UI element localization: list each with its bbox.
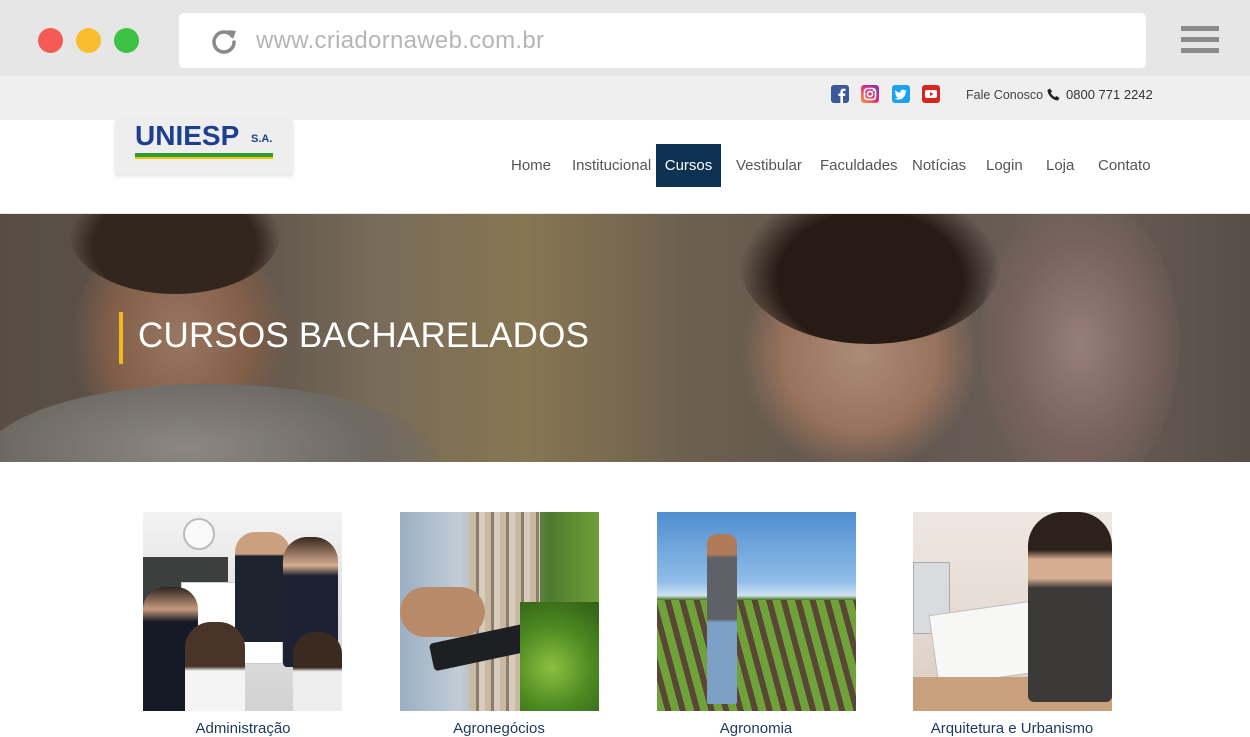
hamburger-menu-icon[interactable] [1181,26,1219,56]
twitter-icon[interactable] [892,85,910,103]
course-card[interactable] [143,512,342,711]
plants-shape [520,602,599,711]
site-header: UNIESP S.A. Home Institucional Cursos Ve… [0,120,1250,214]
crop-rows-shape [657,600,856,711]
url-text[interactable]: www.criadornaweb.com.br [256,13,544,68]
nav-contato[interactable]: Contato [1098,144,1151,187]
phone-number[interactable]: 0800 771 2242 [1066,76,1153,114]
logo-suffix: S.A. [251,133,273,145]
course-card[interactable] [400,512,599,711]
nav-loja[interactable]: Loja [1046,144,1074,187]
course-card[interactable] [913,512,1112,711]
course-label-agronomia[interactable]: Agronomia [641,720,871,737]
course-image-administracao[interactable] [143,512,342,711]
logo-text: UNIESP [135,120,240,151]
address-bar[interactable]: www.criadornaweb.com.br [179,13,1146,68]
farmer-shape [707,534,737,704]
person-shape [293,632,342,711]
site-logo[interactable]: UNIESP S.A. [115,120,293,174]
hand-shape [400,587,485,637]
contact-link[interactable]: Fale Conosco [966,76,1043,114]
person-shape [235,532,290,642]
nav-cursos[interactable]: Cursos [656,144,721,187]
nav-noticias[interactable]: Notícias [912,144,966,187]
top-bar: Fale Conosco 0800 771 2242 [0,76,1250,120]
minimize-window-button[interactable] [76,28,101,53]
hero-accent-bar [119,312,123,364]
nav-login[interactable]: Login [986,144,1023,187]
logo-yellow-stripe [135,157,273,159]
close-window-button[interactable] [38,28,63,53]
course-label-arquitetura[interactable]: Arquitetura e Urbanismo [897,720,1127,737]
maximize-window-button[interactable] [114,28,139,53]
phone-icon [1047,88,1060,101]
browser-chrome: www.criadornaweb.com.br [0,0,1250,76]
nav-vestibular[interactable]: Vestibular [736,144,802,187]
nav-faculdades[interactable]: Faculdades [820,144,898,187]
person-shape [185,622,245,711]
youtube-icon[interactable] [922,85,940,103]
course-image-agronomia[interactable] [657,512,856,711]
nav-institucional[interactable]: Institucional [572,144,651,187]
course-label-agronegocios[interactable]: Agronegócios [384,720,614,737]
clock-shape [183,518,215,550]
course-card[interactable] [657,512,856,711]
course-image-agronegocios[interactable] [400,512,599,711]
course-image-arquitetura[interactable] [913,512,1112,711]
reload-icon[interactable] [209,26,239,56]
woman-shape [1028,512,1112,702]
course-label-administracao[interactable]: Administração [128,720,358,737]
hero-banner: CURSOS BACHARELADOS [0,214,1250,462]
page-title: CURSOS BACHARELADOS [138,316,590,355]
instagram-icon[interactable] [861,85,879,103]
nav-home[interactable]: Home [511,144,551,187]
facebook-icon[interactable] [831,85,849,103]
